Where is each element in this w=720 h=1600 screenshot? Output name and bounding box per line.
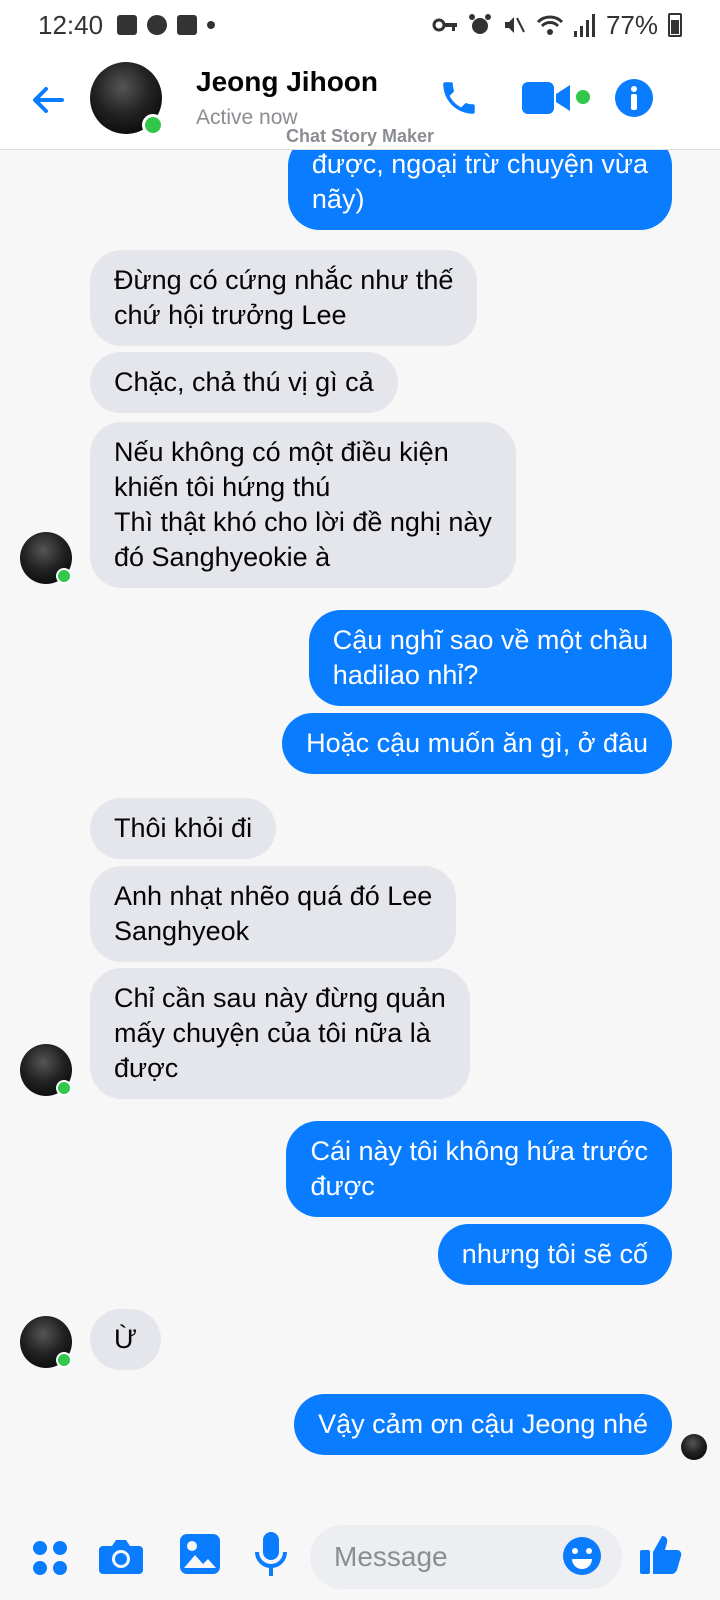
gallery-notification-icon	[117, 15, 138, 35]
mic-icon[interactable]	[254, 1532, 288, 1578]
mute-icon	[504, 17, 525, 33]
message-outgoing[interactable]: nhưng tôi sẽ cố	[437, 1224, 672, 1285]
message-incoming[interactable]: Ừ	[90, 1309, 162, 1370]
composer-bar	[0, 1516, 720, 1600]
message-outgoing[interactable]: Hoặc cậu muốn ăn gì, ở đâu	[282, 713, 672, 774]
battery-percent: 77%	[605, 9, 658, 40]
message-incoming[interactable]: Nếu không có một điều kiện khiến tôi hứn…	[90, 422, 516, 588]
like-icon[interactable]	[640, 1532, 682, 1576]
info-icon[interactable]	[614, 78, 654, 118]
message-list[interactable]: được, ngoại trừ chuyện vừa nãy) Đừng có …	[0, 150, 720, 1516]
online-indicator	[56, 568, 72, 584]
online-indicator	[56, 1080, 72, 1096]
message-outgoing[interactable]: Cậu nghĩ sao về một chầu hadilao nhỉ?	[308, 610, 672, 706]
status-bar: 12:40 77%	[0, 0, 720, 50]
message-incoming[interactable]: Anh nhạt nhẽo quá đó Lee Sanghyeok	[90, 866, 457, 962]
phone-icon[interactable]	[438, 76, 480, 120]
emoji-icon[interactable]	[562, 1536, 602, 1576]
vpn-key-icon	[432, 18, 457, 32]
message-outgoing[interactable]: được, ngoại trừ chuyện vừa nãy)	[287, 150, 672, 230]
apps-icon[interactable]	[30, 1538, 70, 1578]
alarm-icon	[468, 14, 491, 34]
signal-icon	[573, 14, 595, 37]
message-outgoing[interactable]: Cái này tôi không hứa trước được	[286, 1121, 672, 1217]
message-incoming[interactable]: Chặc, chả thú vị gì cả	[90, 352, 398, 413]
message-incoming[interactable]: Đừng có cứng nhắc như thế chứ hội trưởng…	[90, 250, 478, 346]
contact-name[interactable]: Jeong Jihoon	[196, 66, 378, 98]
messenger-notification-icon	[147, 15, 168, 35]
message-incoming[interactable]: Chỉ cần sau này đừng quản mấy chuyện của…	[90, 968, 470, 1099]
chat-header: Jeong Jihoon Active now Chat Story Maker	[0, 50, 720, 150]
message-outgoing[interactable]: Vậy cảm ơn cậu Jeong nhé	[294, 1394, 672, 1455]
seen-avatar	[681, 1434, 707, 1460]
more-notifications-icon	[207, 21, 216, 29]
video-available-dot	[576, 90, 590, 104]
gallery-icon[interactable]	[180, 1534, 220, 1574]
app-notification-icon	[177, 15, 198, 35]
battery-icon	[668, 13, 682, 37]
video-icon[interactable]	[522, 78, 572, 118]
online-indicator	[56, 1352, 72, 1368]
wifi-icon	[536, 15, 564, 35]
back-arrow-icon[interactable]	[28, 80, 68, 120]
camera-icon[interactable]	[99, 1538, 143, 1576]
watermark: Chat Story Maker	[285, 126, 435, 146]
message-incoming[interactable]: Thôi khỏi đi	[90, 798, 277, 859]
status-time: 12:40	[38, 9, 104, 40]
